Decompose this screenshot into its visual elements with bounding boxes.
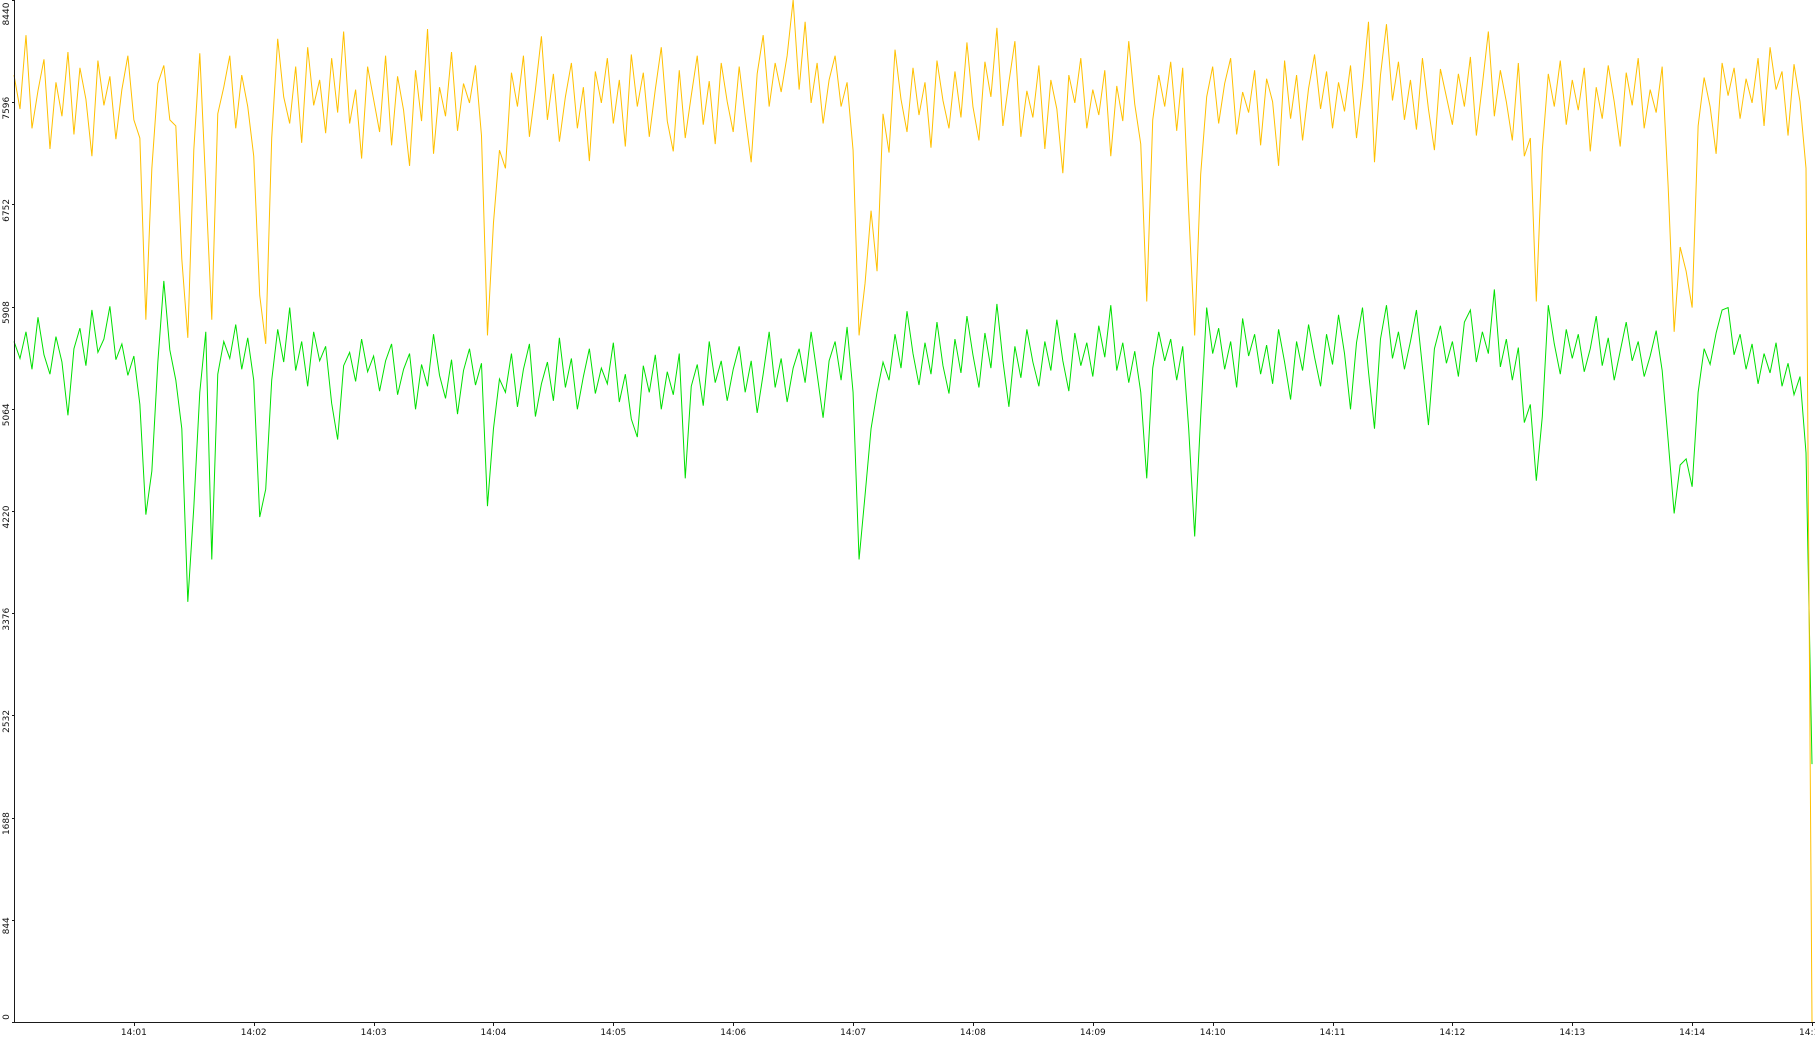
x-tick-label: 14:03 (361, 1028, 387, 1038)
y-tick-label: 0 (2, 1014, 12, 1020)
series-line-orange (13, 0, 1813, 1023)
x-axis-ticks: 14:01 14:02 14:03 14:04 14:05 14:06 14:07 14:08… (121, 1022, 1815, 1038)
series-line-green (13, 280, 1813, 765)
x-tick-label: 14:02 (241, 1028, 267, 1038)
series-group (13, 0, 1813, 1023)
y-tick-label: 3376 (2, 607, 12, 630)
y-tick-label: 1688 (2, 812, 12, 835)
y-tick-label: 4220 (2, 505, 12, 528)
x-tick-label: 14:11 (1320, 1028, 1346, 1038)
x-tick-label: 14:06 (720, 1028, 746, 1038)
x-tick-label: 14:04 (481, 1028, 507, 1038)
x-tick-label: 14:07 (840, 1028, 866, 1038)
x-tick-label: 14:14 (1679, 1028, 1705, 1038)
x-tick-label: 14:05 (600, 1028, 626, 1038)
x-tick-label: 14:13 (1559, 1028, 1585, 1038)
axes (14, 0, 1815, 1023)
x-tick-label: 14:12 (1439, 1028, 1465, 1038)
y-tick-label: 7596 (2, 96, 12, 119)
y-tick-label: 5064 (2, 403, 12, 426)
x-tick-label: 14:10 (1200, 1028, 1226, 1038)
y-tick-label: 2532 (2, 710, 12, 733)
y-axis-ticks: 0 844 1688 2532 3376 4220 5064 5908 6752 7596 8440 (2, 0, 14, 1023)
x-tick-label: 14:08 (960, 1028, 986, 1038)
line-chart: 0 844 1688 2532 3376 4220 5064 5908 6752 7596 8440… (2, 0, 1815, 1038)
y-tick-label: 8440 (2, 2, 12, 25)
x-tick-label: 14:09 (1080, 1028, 1106, 1038)
y-tick-label: 5908 (2, 301, 12, 324)
y-tick-label: 844 (2, 917, 12, 934)
x-tick-label: 14:01 (121, 1028, 147, 1038)
y-tick-label: 6752 (2, 199, 12, 222)
x-tick-label: 14:15 (1799, 1028, 1815, 1038)
